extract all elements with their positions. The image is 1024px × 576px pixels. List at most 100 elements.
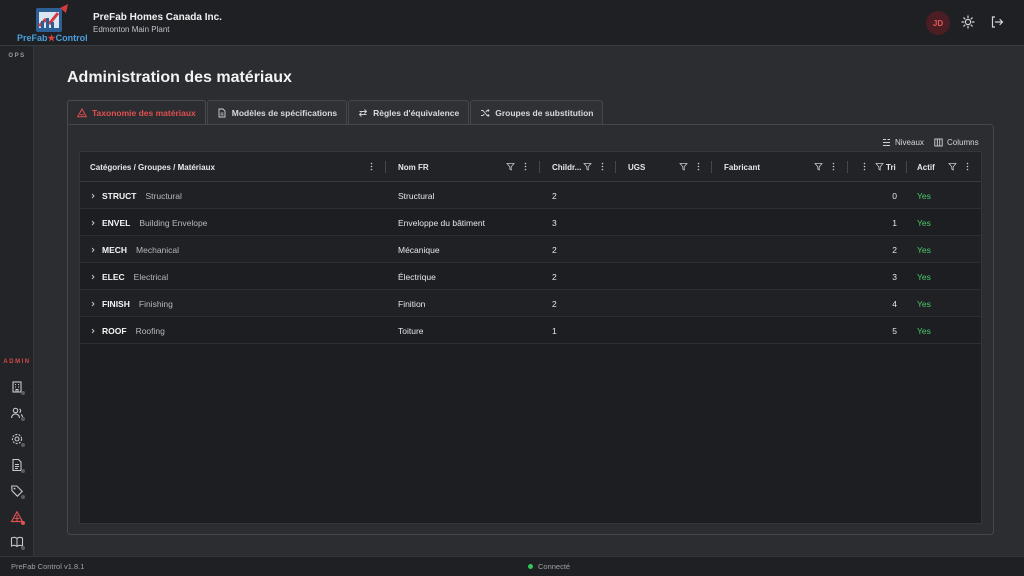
category-code: STRUCT (102, 190, 137, 201)
app-logo[interactable]: PreFab★Control (12, 2, 88, 43)
filter-icon[interactable] (679, 162, 688, 171)
header-category[interactable]: Catégories / Groupes / Matériaux (90, 152, 215, 182)
rail-section-ops: OPS (8, 53, 26, 59)
taxonomy-grid: Catégories / Groupes / Matériaux Nom FR … (79, 151, 982, 524)
rail-badge (21, 495, 25, 499)
column-menu-icon[interactable] (694, 162, 703, 171)
filter-icon[interactable] (583, 162, 592, 171)
rail-badge (21, 546, 25, 550)
category-name: Finishing (138, 298, 173, 309)
tab-bar: Taxonomie des matériaux Modèles de spéci… (67, 100, 604, 125)
levels-button[interactable]: Niveaux (882, 138, 924, 147)
tab-label: Taxonomie des matériaux (92, 108, 196, 118)
rail-badge (21, 443, 25, 447)
category-name: Building Envelope (139, 217, 208, 228)
table-row[interactable]: STRUCT Structural Structural 2 0 Yes (80, 182, 981, 209)
category-name: Roofing (135, 325, 165, 336)
company-name: PreFab Homes Canada Inc. (93, 12, 222, 23)
filter-icon[interactable] (506, 162, 515, 171)
table-row[interactable]: MECH Mechanical Mécanique 2 2 Yes (80, 236, 981, 263)
swap-icon (358, 109, 368, 117)
name-fr-cell: Finition (398, 298, 426, 309)
header-ugs[interactable]: UGS (628, 152, 645, 182)
active-cell: Yes (917, 190, 931, 201)
name-fr-cell: Enveloppe du bâtiment (398, 217, 485, 228)
table-row[interactable]: ROOF Roofing Toiture 1 5 Yes (80, 317, 981, 344)
column-menu-icon[interactable] (829, 162, 838, 171)
filter-icon[interactable] (814, 162, 823, 171)
category-name: Electrical (133, 271, 169, 282)
sort-cell: 0 (892, 190, 897, 201)
sort-cell: 1 (892, 217, 897, 228)
rail-section-admin: ADMIN (3, 359, 31, 365)
sort-cell: 4 (892, 298, 897, 309)
tab-substitution-groups[interactable]: Groupes de substitution (470, 100, 604, 125)
children-cell: 2 (552, 244, 557, 255)
name-fr-cell: Structural (398, 190, 435, 201)
header-name-fr[interactable]: Nom FR (398, 152, 429, 182)
category-cell: STRUCT Structural (90, 182, 182, 209)
connection-label: Connecté (538, 562, 571, 571)
table-row[interactable]: ENVEL Building Envelope Enveloppe du bât… (80, 209, 981, 236)
app-version: PreFab Control v1.8.1 (11, 562, 85, 571)
levels-label: Niveaux (895, 138, 924, 147)
logout-icon[interactable] (990, 15, 1004, 29)
name-fr-cell: Mécanique (398, 244, 440, 255)
rail-badge (21, 391, 25, 395)
active-cell: Yes (917, 298, 931, 309)
rail-badge (21, 521, 25, 525)
table-row[interactable]: ELEC Electrical Électrique 2 3 Yes (80, 263, 981, 290)
category-cell: ELEC Electrical (90, 263, 168, 290)
user-avatar[interactable]: JD (926, 11, 950, 35)
category-name: Structural (145, 190, 182, 201)
chevron-right-icon[interactable] (90, 274, 96, 280)
children-cell: 1 (552, 325, 557, 336)
column-separator[interactable] (539, 161, 540, 173)
status-bar: PreFab Control v1.8.1 Connecté (0, 556, 1024, 576)
category-code: MECH (102, 244, 128, 255)
active-cell: Yes (917, 217, 931, 228)
chevron-right-icon[interactable] (90, 193, 96, 199)
children-cell: 2 (552, 271, 557, 282)
columns-icon (934, 138, 943, 147)
file-icon (218, 108, 226, 118)
children-cell: 3 (552, 217, 557, 228)
chevron-right-icon[interactable] (90, 301, 96, 307)
columns-button[interactable]: Columns (934, 138, 979, 147)
category-code: ENVEL (102, 217, 131, 228)
active-cell: Yes (917, 271, 931, 282)
chevron-right-icon[interactable] (90, 220, 96, 226)
header-manufacturer[interactable]: Fabricant (724, 152, 760, 182)
filter-icon[interactable] (875, 162, 884, 171)
column-menu-icon[interactable] (963, 162, 972, 171)
column-separator[interactable] (385, 161, 386, 173)
column-menu-icon[interactable] (367, 162, 376, 171)
column-separator[interactable] (847, 161, 848, 173)
column-menu-icon[interactable] (860, 162, 869, 171)
header-children[interactable]: Childr... (552, 152, 581, 182)
column-menu-icon[interactable] (598, 162, 607, 171)
header-active[interactable]: Actif (917, 152, 935, 182)
chevron-right-icon[interactable] (90, 328, 96, 334)
top-bar: PreFab★Control PreFab Homes Canada Inc. … (0, 0, 1024, 46)
theme-toggle-icon[interactable] (961, 15, 975, 29)
column-separator[interactable] (906, 161, 907, 173)
category-cell: FINISH Finishing (90, 290, 173, 317)
column-separator[interactable] (711, 161, 712, 173)
chevron-right-icon[interactable] (90, 247, 96, 253)
tab-label: Groupes de substitution (495, 108, 594, 118)
sort-cell: 3 (892, 271, 897, 282)
rail-badge (21, 469, 25, 473)
tab-materials-taxonomy[interactable]: Taxonomie des matériaux (67, 100, 206, 125)
table-row[interactable]: FINISH Finishing Finition 2 4 Yes (80, 290, 981, 317)
tab-equivalence-rules[interactable]: Règles d'équivalence (348, 100, 470, 125)
column-menu-icon[interactable] (521, 162, 530, 171)
filter-icon[interactable] (948, 162, 957, 171)
column-separator[interactable] (615, 161, 616, 173)
header-sort[interactable]: Tri (886, 152, 896, 182)
tab-spec-templates[interactable]: Modèles de spécifications (206, 100, 348, 125)
plant-name: Edmonton Main Plant (93, 25, 170, 34)
tab-label: Modèles de spécifications (231, 108, 338, 118)
category-code: ELEC (102, 271, 125, 282)
name-fr-cell: Électrique (398, 271, 436, 282)
